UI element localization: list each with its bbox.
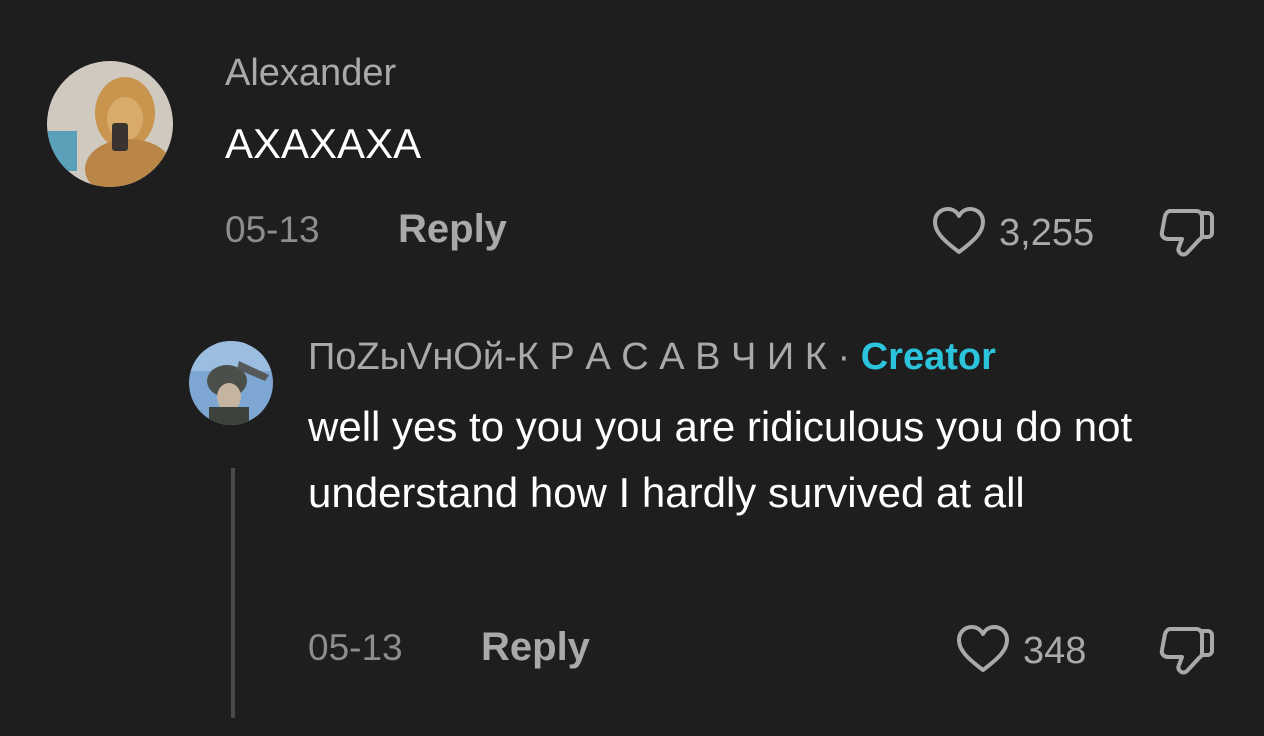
reply-date: 05-13 [308, 627, 403, 668]
dislike-button[interactable] [1156, 623, 1216, 684]
separator-dot: · [837, 336, 851, 378]
soldier-avatar-image [189, 341, 273, 425]
reply-thread-line [231, 468, 235, 718]
reply-username-row: ПоZыVнОй-К Р А С А В Ч И К · Creator [308, 336, 996, 379]
avatar[interactable] [189, 341, 273, 425]
avatar[interactable] [47, 61, 173, 187]
reply-button[interactable]: Reply [481, 625, 590, 670]
lion-avatar-image [47, 61, 173, 187]
comment-text: АХАХАХА [225, 120, 422, 167]
dislike-button[interactable] [1156, 205, 1216, 266]
heart-icon [931, 205, 987, 262]
thumbs-down-icon [1156, 209, 1216, 265]
like-button[interactable]: 3,255 [931, 205, 1094, 262]
heart-icon [955, 623, 1011, 680]
like-count: 348 [1023, 630, 1087, 672]
like-count: 3,255 [999, 212, 1095, 254]
creator-badge: Creator [860, 336, 996, 378]
comment-username[interactable]: Alexander [225, 52, 396, 95]
reply-button[interactable]: Reply [398, 207, 507, 252]
like-button[interactable]: 348 [955, 623, 1086, 680]
reply-username[interactable]: ПоZыVнОй-К Р А С А В Ч И К [308, 336, 827, 378]
comments-panel: Alexander АХАХАХА 05-13 Reply 3,255 ПоZы… [0, 0, 1264, 736]
comment-date: 05-13 [225, 209, 320, 250]
reply-text: well yes to you you are ridiculous you d… [308, 403, 1133, 516]
thumbs-down-icon [1156, 627, 1216, 683]
